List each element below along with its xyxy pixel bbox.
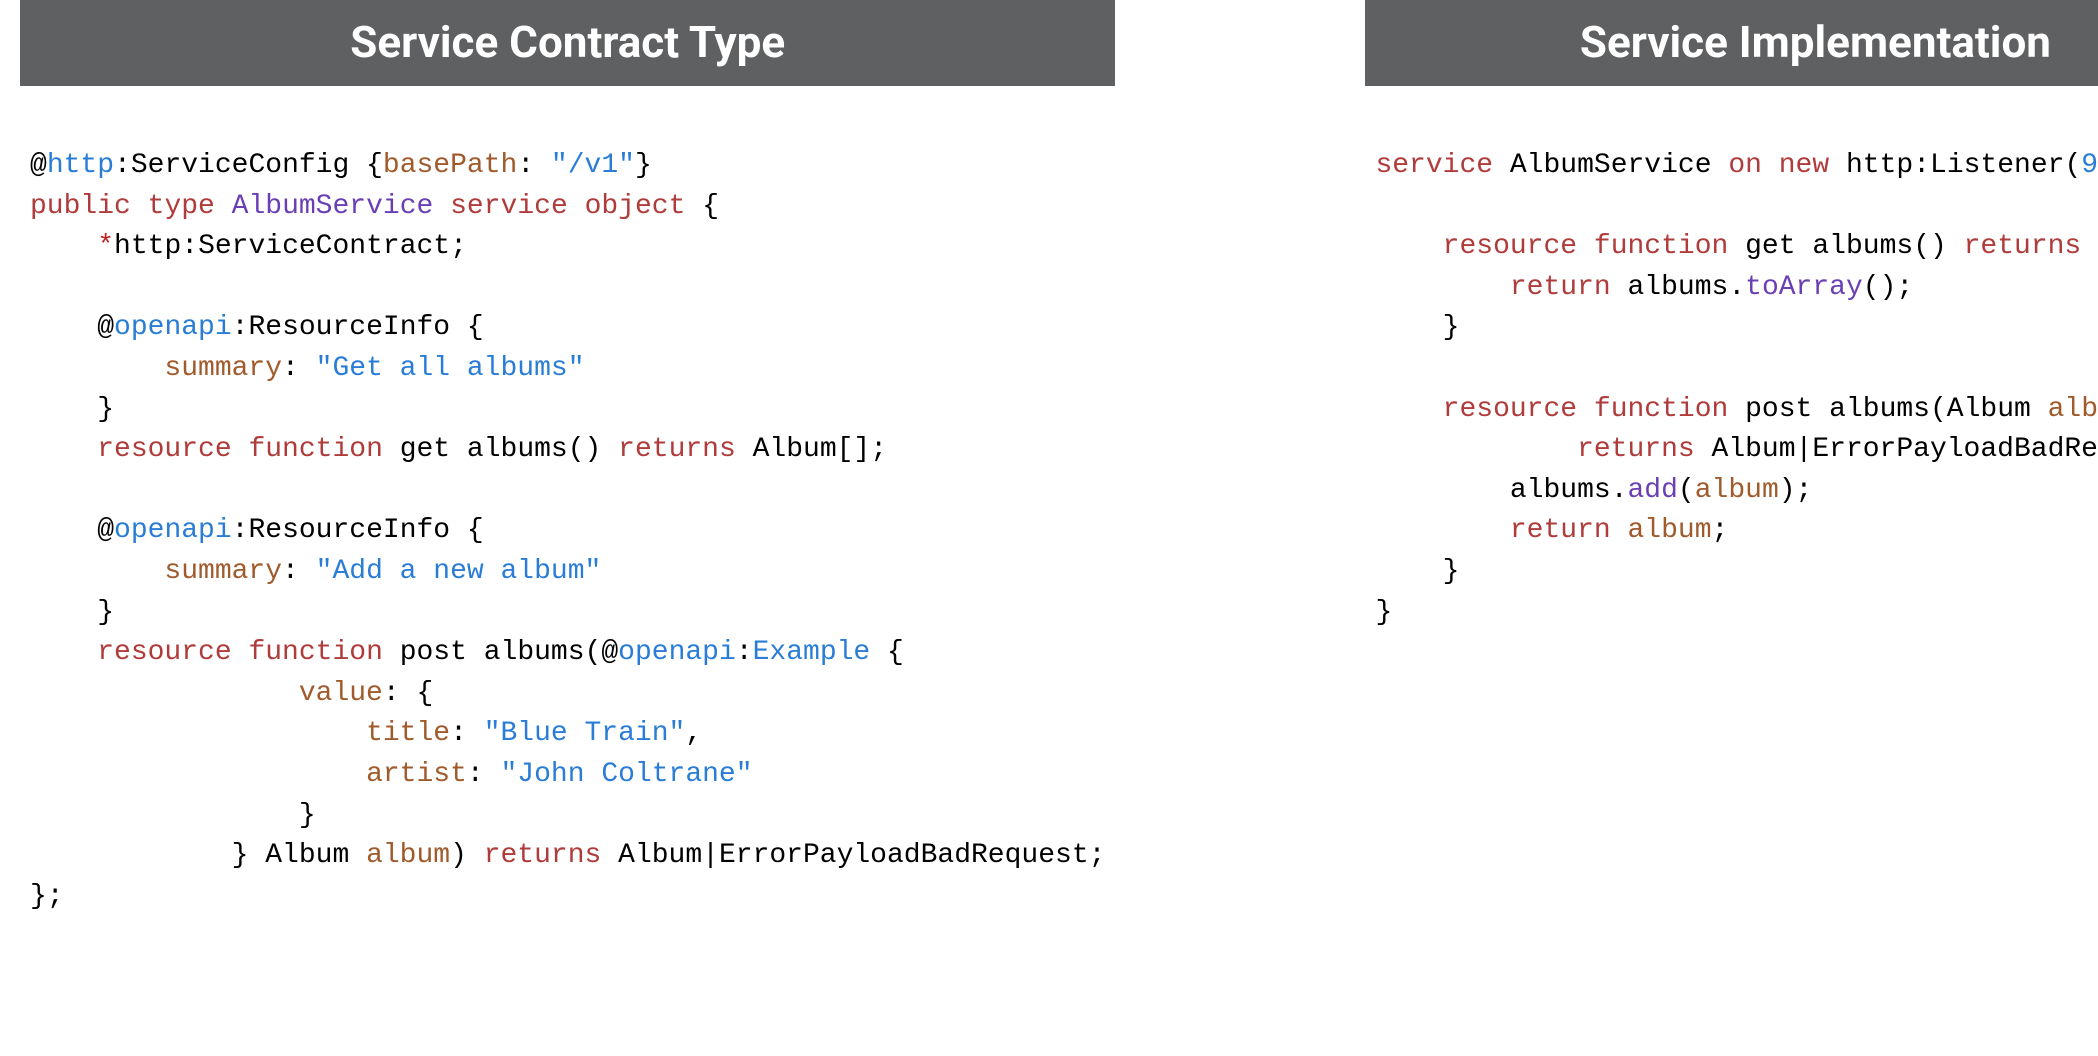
kw-resource-r2: resource [1443,394,1577,425]
annot-openapi-2: openapi [114,515,232,546]
method-get-r1: get [1745,231,1795,262]
kw-function-2: function [248,637,382,668]
page: Service Contract Type @http:ServiceConfi… [0,0,2098,917]
path-albums-r1: albums [1812,231,1913,262]
kw-resource-1: resource [97,434,231,465]
kw-returns-1: returns [618,434,736,465]
field-artist: artist [366,759,467,790]
path-albums-r2: albums [1829,394,1930,425]
method-post-2: post [400,637,467,668]
kw-function-1: function [248,434,382,465]
ident-albums-r2: albums [1510,475,1611,506]
arg-album: album [1695,475,1779,506]
kw-resource-2: resource [97,637,231,668]
right-header: Service Implementation [1365,0,2098,86]
val-summary-1: "Get all albums" [316,353,585,384]
param-name-2: album [366,840,450,871]
left-column: Service Contract Type @http:ServiceConfi… [20,0,1115,917]
annot-example: Example [753,637,871,668]
left-code: @http:ServiceConfig {basePath: "/v1"} pu… [20,146,1115,917]
kw-resource-r1: resource [1443,231,1577,262]
left-header: Service Contract Type [20,0,1115,86]
two-column-layout: Service Contract Type @http:ServiceConfi… [0,0,2098,917]
field-title: title [366,718,450,749]
path-albums-1: albums [467,434,568,465]
rettype-2: Album|ErrorPayloadBadRequest [618,840,1088,871]
kw-returns-2: returns [484,840,602,871]
field-summary-2: summary [164,556,282,587]
kw-return-r1: return [1510,272,1611,303]
param-type-2: Album [265,840,349,871]
right-code: service AlbumService on new http:Listene… [1365,146,2098,633]
retval-album: album [1628,515,1712,546]
kw-returns-r2: returns [1577,434,1695,465]
rettype-r2: Album|ErrorPayloadBadRequest [1712,434,2098,465]
kw-return-r2: return [1510,515,1611,546]
num-port: 9090 [2081,150,2098,181]
typename-albumservice: AlbumService [232,191,434,222]
kw-service-r: service [1375,150,1493,181]
include-star: * [97,231,114,262]
kw-on: on [1728,150,1762,181]
ident-listener: Listener [1930,150,2064,181]
path-albums-2: albums [484,637,585,668]
ident-albums-r1: albums [1628,272,1729,303]
right-column: Service Implementation service AlbumServ… [1365,0,2098,633]
kw-function-r2: function [1594,394,1728,425]
kw-type: type [148,191,215,222]
val-basepath: "/v1" [551,150,635,181]
include-servicecontract: ServiceContract [198,231,450,262]
method-post-r2: post [1745,394,1812,425]
kw-service: service [450,191,568,222]
field-basepath: basePath [383,150,517,181]
kw-public: public [30,191,131,222]
ident-http-r: http [1846,150,1913,181]
annot-serviceconfig: ServiceConfig [131,150,349,181]
include-http: http [114,231,181,262]
typename-r: AlbumService [1510,150,1712,181]
field-value: value [299,678,383,709]
annot-resourceinfo-2: ResourceInfo [248,515,450,546]
field-summary-1: summary [164,353,282,384]
kw-function-r1: function [1594,231,1728,262]
val-title: "Blue Train" [484,718,686,749]
call-add: add [1628,475,1678,506]
paramtype-r2: Album [1947,394,2031,425]
kw-object: object [585,191,686,222]
annot-openapi-1: openapi [114,312,232,343]
annot-resourceinfo-1: ResourceInfo [248,312,450,343]
annot-http: http [47,150,114,181]
call-toarray: toArray [1745,272,1863,303]
val-summary-2: "Add a new album" [316,556,602,587]
kw-new: new [1779,150,1829,181]
kw-returns-r1: returns [1964,231,2082,262]
method-get-1: get [400,434,450,465]
val-artist: "John Coltrane" [501,759,753,790]
annot-openapi-example: openapi [618,637,736,668]
paramname-r2: album [2048,394,2098,425]
rettype-1: Album[] [753,434,871,465]
